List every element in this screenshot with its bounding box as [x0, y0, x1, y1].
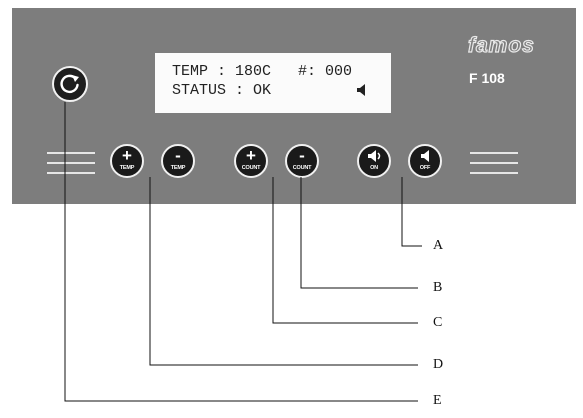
power-icon: [60, 74, 79, 94]
plus-icon: +: [246, 146, 256, 165]
count-minus-button[interactable]: - COUNT: [285, 144, 319, 178]
temp-plus-button[interactable]: + TEMP: [110, 144, 144, 178]
brand-logo: famos: [467, 33, 535, 57]
sound-on-label: ON: [370, 165, 378, 171]
temp-minus-button[interactable]: - TEMP: [161, 144, 195, 178]
grip-line-left: [47, 152, 95, 154]
callout-label-b: B: [433, 280, 443, 295]
callout-label-d: D: [433, 357, 444, 372]
count-minus-label: COUNT: [292, 165, 312, 171]
speaker-off-icon: [421, 150, 429, 162]
grip-line-right: [470, 162, 518, 164]
plus-icon: +: [122, 146, 132, 165]
minus-icon: -: [299, 146, 305, 165]
temp-minus-label: TEMP: [170, 165, 186, 171]
lcd-display: TEMP : 180C #: 000 STATUS : OK: [155, 53, 391, 113]
display-line-status: STATUS : OK: [172, 82, 272, 99]
grip-line-left: [47, 162, 95, 164]
grip-line-right: [470, 172, 518, 174]
temp-plus-label: TEMP: [119, 165, 135, 171]
grip-line-right: [470, 152, 518, 154]
leader-line-d: [149, 177, 418, 366]
sound-on-button[interactable]: ON: [357, 144, 391, 178]
sound-off-label: OFF: [419, 165, 431, 171]
callout-label-a: A: [433, 238, 444, 253]
callout-label-c: C: [433, 315, 443, 330]
speaker-icon: [357, 84, 365, 96]
display-line-temp-count: TEMP : 180C #: 000: [172, 63, 353, 80]
power-button[interactable]: [52, 66, 88, 102]
count-plus-label: COUNT: [241, 165, 261, 171]
sound-off-button[interactable]: OFF: [408, 144, 442, 178]
count-plus-button[interactable]: + COUNT: [234, 144, 268, 178]
model-number: F 108: [469, 70, 505, 86]
callout-label-e: E: [433, 393, 442, 408]
speaker-on-icon: [368, 150, 381, 162]
minus-icon: -: [175, 146, 181, 165]
grip-line-left: [47, 172, 95, 174]
